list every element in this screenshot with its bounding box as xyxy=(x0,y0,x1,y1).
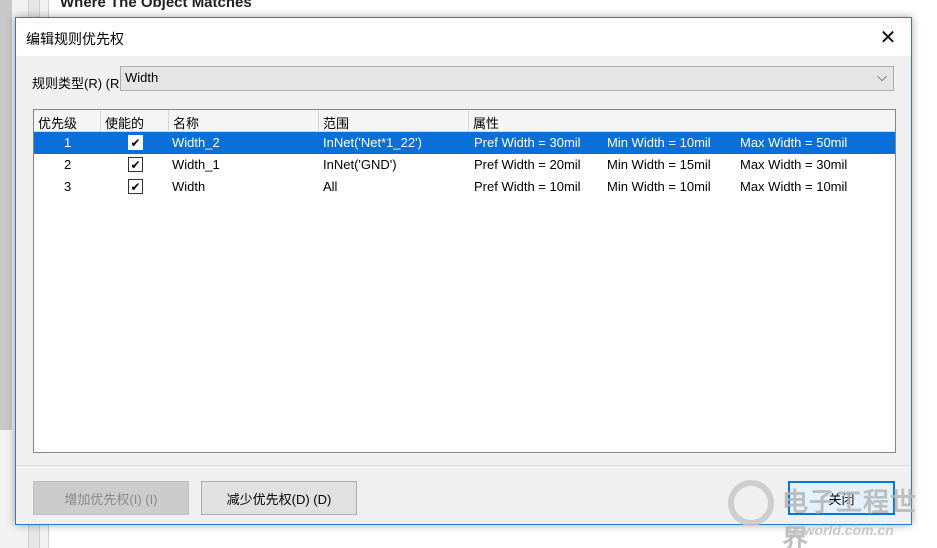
enabled-checkbox[interactable]: ✔ xyxy=(128,157,143,172)
row-pref-width: Pref Width = 30mil xyxy=(474,135,581,150)
column-header-enabled[interactable]: 使能的 xyxy=(101,110,169,131)
row-pref-width: Pref Width = 10mil xyxy=(474,179,581,194)
background-left-bar xyxy=(0,0,12,430)
enabled-checkbox[interactable]: ✔ xyxy=(128,135,143,150)
decrease-priority-button[interactable]: 减少优先权(D) (D) xyxy=(201,481,357,515)
row-min-width: Min Width = 10mil xyxy=(607,179,711,194)
chevron-down-icon: ⌵ xyxy=(877,69,887,84)
column-header-scope[interactable]: 范围 xyxy=(319,110,469,131)
row-scope: InNet('Net*1_22') xyxy=(323,135,422,150)
row-pref-width: Pref Width = 20mil xyxy=(474,157,581,172)
rules-table: 优先级 使能的 名称 范围 属性 1 ✔ Width_2 InNet('Net*… xyxy=(33,109,896,453)
enabled-checkbox[interactable]: ✔ xyxy=(128,179,143,194)
row-name: Width xyxy=(172,179,206,194)
rule-type-value: Width xyxy=(125,70,159,85)
dialog-body: 规则类型(R) (R Width ⌵ 优先级 使能的 名称 范围 属性 1 ✔ … xyxy=(16,56,911,465)
rule-type-label: 规则类型(R) (R xyxy=(32,76,120,91)
row-name: Width_1 xyxy=(172,157,220,172)
row-priority: 1 xyxy=(64,135,72,150)
row-max-width: Max Width = 30mil xyxy=(740,157,848,172)
table-header: 优先级 使能的 名称 范围 属性 xyxy=(34,110,895,132)
row-priority: 2 xyxy=(64,157,72,172)
row-max-width: Max Width = 10mil xyxy=(740,179,848,194)
checkmark-icon: ✔ xyxy=(130,179,141,194)
column-header-priority[interactable]: 优先级 xyxy=(34,110,101,131)
dialog-title: 编辑规则优先权 xyxy=(26,31,124,47)
row-name: Width_2 xyxy=(172,135,220,150)
row-min-width: Min Width = 10mil xyxy=(607,135,711,150)
table-row[interactable]: 1 ✔ Width_2 InNet('Net*1_22') Pref Width… xyxy=(34,132,895,154)
background-section-title: Where The Object Matches xyxy=(60,0,252,11)
increase-priority-button[interactable]: 增加优先权(I) (I) xyxy=(33,481,189,515)
checkmark-icon: ✔ xyxy=(130,157,141,172)
table-row[interactable]: 2 ✔ Width_1 InNet('GND') Pref Width = 20… xyxy=(34,154,895,176)
dialog-titlebar[interactable]: 编辑规则优先权 ✕ xyxy=(16,18,911,56)
close-button[interactable]: 关闭 xyxy=(788,481,895,515)
column-header-attributes[interactable]: 属性 xyxy=(469,110,895,131)
rule-type-select[interactable]: Width ⌵ xyxy=(120,66,894,91)
dialog-footer: 增加优先权(I) (I) 减少优先权(D) (D) 关闭 xyxy=(16,465,911,524)
close-icon[interactable]: ✕ xyxy=(865,18,911,56)
row-max-width: Max Width = 50mil xyxy=(740,135,848,150)
row-min-width: Min Width = 15mil xyxy=(607,157,711,172)
checkmark-icon: ✔ xyxy=(130,135,141,150)
row-scope: All xyxy=(323,179,338,194)
row-scope: InNet('GND') xyxy=(323,157,397,172)
edit-rule-priority-dialog: 编辑规则优先权 ✕ 规则类型(R) (R Width ⌵ 优先级 使能的 名称 … xyxy=(15,17,912,525)
row-priority: 3 xyxy=(64,179,72,194)
table-row[interactable]: 3 ✔ Width All Pref Width = 10mil Min Wid… xyxy=(34,176,895,198)
column-header-name[interactable]: 名称 xyxy=(169,110,319,131)
